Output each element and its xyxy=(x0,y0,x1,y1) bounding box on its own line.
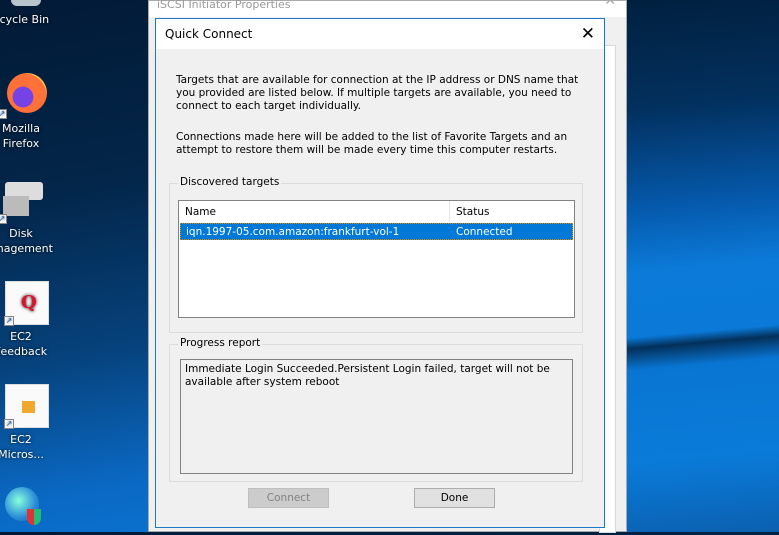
targets-list[interactable]: Name Status iqn.1997-05.com.amazon:frank… xyxy=(178,200,575,318)
done-button[interactable]: Done xyxy=(414,488,495,508)
icon-label: EC2 Feedback xyxy=(0,330,48,358)
ec2-feedback-icon: Q ↗ xyxy=(4,281,49,326)
dialog-title: Quick Connect xyxy=(165,27,253,41)
target-status: Connected xyxy=(456,226,513,238)
recycle-bin-icon xyxy=(0,0,43,8)
connect-button[interactable]: Connect xyxy=(248,488,329,508)
table-row[interactable]: iqn.1997-05.com.amazon:frankfurt-vol-1 C… xyxy=(180,223,573,240)
disk-management-icon: ↗ xyxy=(0,178,43,224)
favorite-targets-note: Connections made here will be added to t… xyxy=(176,131,568,156)
desktop-icon-recycle-bin[interactable]: ecycle Bin xyxy=(0,0,52,27)
desktop-icon-network[interactable] xyxy=(0,487,52,535)
icon-label: Disk anagement xyxy=(0,227,53,255)
target-name: iqn.1997-05.com.amazon:frankfurt-vol-1 xyxy=(186,226,400,238)
column-header-name[interactable]: Name xyxy=(179,201,450,222)
firefox-icon: ↗ xyxy=(0,73,47,119)
icon-label: ecycle Bin xyxy=(0,13,50,26)
globe-shield-icon xyxy=(0,487,43,531)
desktop-icon-disk-management[interactable]: ↗ Disk anagement xyxy=(0,178,53,256)
quick-connect-dialog: Quick Connect ✕ Targets that are availabl… xyxy=(155,18,605,528)
intro-text: Targets that are available for connectio… xyxy=(176,74,579,112)
icon-label: Mozilla Firefox xyxy=(2,122,40,150)
desktop-icon-ec2-microsoft[interactable]: ↗ EC2 Micros... xyxy=(0,384,52,462)
desktop-wallpaper xyxy=(627,0,779,532)
group-label: Discovered targets xyxy=(178,176,282,188)
progress-report-text: Immediate Login Succeeded.Persistent Log… xyxy=(180,359,573,474)
close-icon[interactable]: ✕ xyxy=(604,0,616,8)
progress-report-group: Progress report Immediate Login Succeede… xyxy=(169,337,583,482)
group-label: Progress report xyxy=(178,337,263,349)
desktop-icon-ec2-feedback[interactable]: Q ↗ EC2 Feedback xyxy=(0,281,52,359)
window-title: iSCSI Initiator Properties xyxy=(157,0,291,11)
column-header-status[interactable]: Status xyxy=(450,201,574,222)
icon-label: EC2 Micros... xyxy=(0,433,44,461)
discovered-targets-group: Discovered targets Name Status iqn.1997-… xyxy=(169,176,583,333)
desktop-icon-firefox[interactable]: ↗ Mozilla Firefox xyxy=(0,73,52,151)
close-icon[interactable]: ✕ xyxy=(581,19,595,49)
ec2-box-icon: ↗ xyxy=(4,384,49,429)
